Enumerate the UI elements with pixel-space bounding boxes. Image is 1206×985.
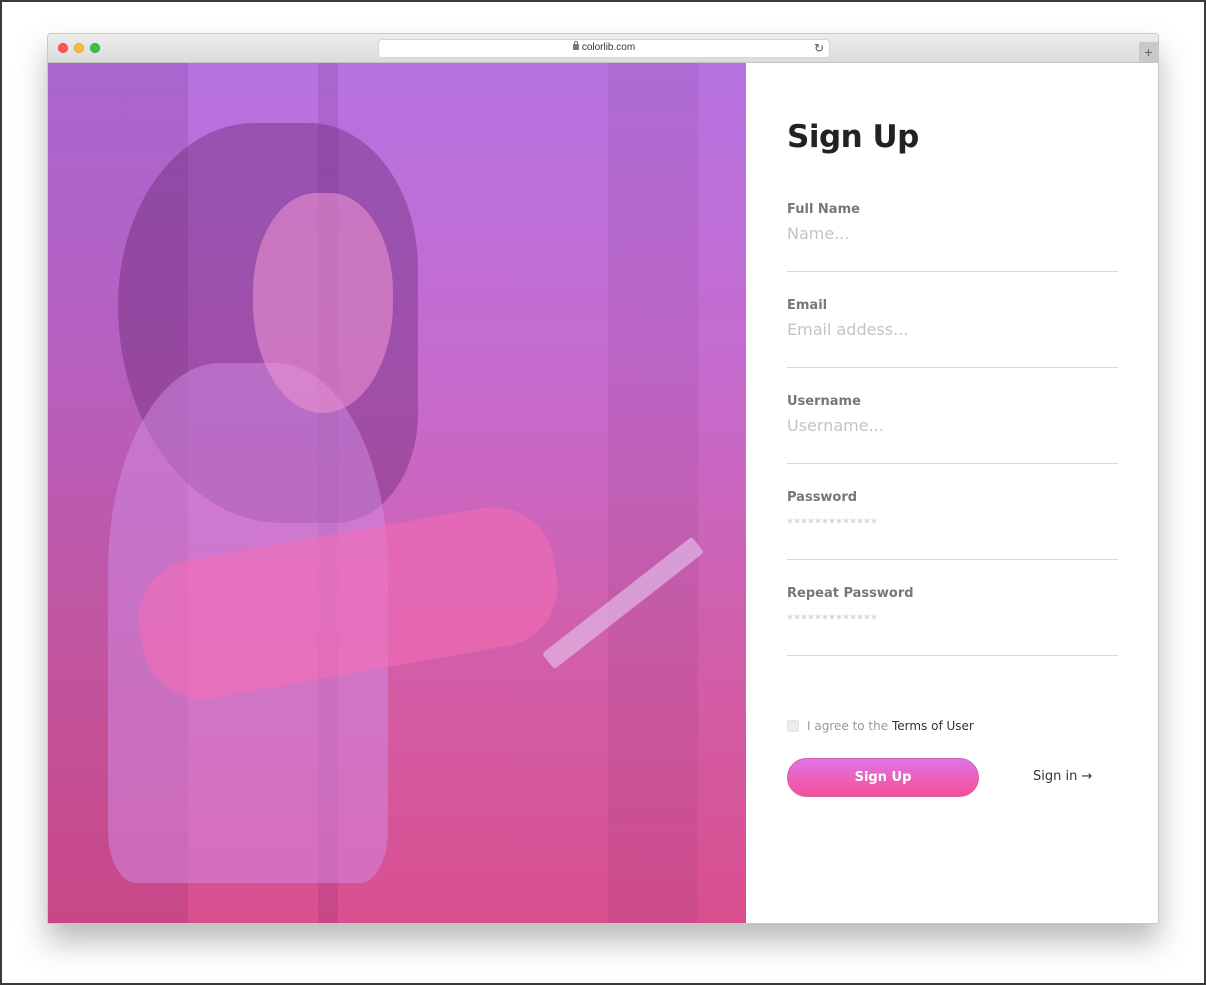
hero-image bbox=[48, 63, 746, 923]
background-door-panel bbox=[608, 63, 698, 923]
password-input[interactable] bbox=[787, 508, 1118, 534]
repeat-password-input[interactable] bbox=[787, 604, 1118, 630]
username-field: Username bbox=[787, 394, 1118, 464]
email-field: Email bbox=[787, 298, 1118, 368]
address-bar[interactable]: colorlib.com ↻ bbox=[378, 39, 830, 58]
close-window-button[interactable] bbox=[58, 43, 68, 53]
sign-up-button[interactable]: Sign Up bbox=[787, 758, 979, 797]
terms-agreement-text: I agree to the Terms of User bbox=[807, 719, 974, 733]
username-label: Username bbox=[787, 394, 861, 409]
signup-form: Sign Up Full Name Email Username Passwor… bbox=[746, 63, 1158, 923]
minimize-window-button[interactable] bbox=[74, 43, 84, 53]
agree-prefix: I agree to the bbox=[807, 719, 892, 733]
arrow-right-icon: → bbox=[1081, 769, 1093, 784]
terms-of-user-link[interactable]: Terms of User bbox=[892, 719, 974, 733]
password-field: Password bbox=[787, 490, 1118, 560]
url-display: colorlib.com bbox=[379, 41, 829, 53]
repeat-password-label: Repeat Password bbox=[787, 586, 914, 601]
full-name-field: Full Name bbox=[787, 202, 1118, 272]
new-tab-button[interactable]: + bbox=[1139, 42, 1158, 62]
sign-in-label: Sign in bbox=[1033, 769, 1078, 784]
full-name-input[interactable] bbox=[787, 220, 1118, 246]
email-label: Email bbox=[787, 298, 828, 313]
email-input[interactable] bbox=[787, 316, 1118, 342]
reload-icon[interactable]: ↻ bbox=[814, 41, 824, 55]
woman-face-shape bbox=[253, 193, 393, 413]
password-label: Password bbox=[787, 490, 858, 505]
lock-icon bbox=[572, 41, 579, 50]
sign-in-link[interactable]: Sign in → bbox=[1033, 769, 1092, 784]
browser-titlebar: colorlib.com ↻ + bbox=[48, 34, 1158, 63]
page-title: Sign Up bbox=[787, 119, 919, 155]
terms-checkbox[interactable] bbox=[787, 720, 799, 732]
username-input[interactable] bbox=[787, 412, 1118, 438]
url-text: colorlib.com bbox=[581, 42, 636, 53]
full-name-label: Full Name bbox=[787, 202, 860, 217]
maximize-window-button[interactable] bbox=[90, 43, 100, 53]
repeat-password-field: Repeat Password bbox=[787, 586, 1118, 656]
browser-window: colorlib.com ↻ + Sign Up Full Name Email… bbox=[47, 33, 1159, 924]
